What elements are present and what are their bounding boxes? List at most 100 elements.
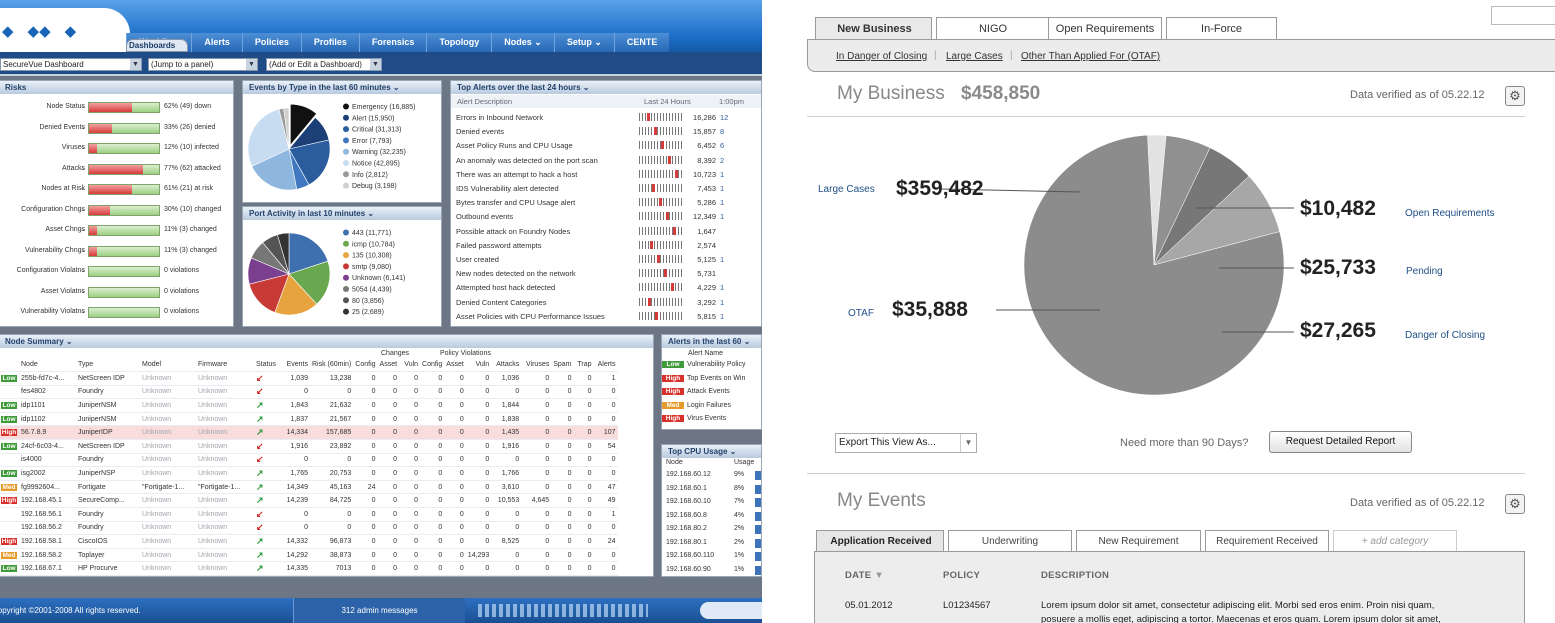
table-cell[interactable]: 192.168.67.1 — [19, 561, 76, 576]
column-header[interactable]: Trap — [573, 358, 594, 373]
table-row[interactable]: High 192.168.58.1 CiscoIOS Unknown Unknown ↗ 1… — [0, 534, 618, 549]
admin-messages-link[interactable]: 312 admin messages — [293, 598, 465, 623]
alert-row[interactable]: Failed password attempts 2,574 — [454, 238, 760, 252]
nav-tab-forensics[interactable]: Forensics — [358, 33, 427, 52]
table-row[interactable]: Low 192.168.67.1 HP Procurve Unknown Unknown… — [0, 561, 618, 576]
table-row[interactable]: Med fg9992604... Fortigate "Fortigate-1... "… — [0, 480, 618, 495]
tab-new-business[interactable]: New Business — [815, 17, 932, 41]
event-policy[interactable]: L01234567 — [943, 600, 991, 611]
risk-row[interactable]: Denied Events ⌄ 33% (26) denied — [0, 119, 233, 139]
column-header[interactable]: Node — [19, 358, 76, 373]
alert-row[interactable]: Denied Content Categories 3,292 1 — [454, 295, 760, 309]
tab-in-force[interactable]: In-Force — [1166, 17, 1277, 40]
search-input[interactable] — [1491, 6, 1555, 25]
nav-tab-nodes[interactable]: Nodes ⌄ — [491, 33, 554, 52]
cpu-row[interactable]: 192.168.80.2 2% — [662, 523, 761, 537]
table-cell[interactable]: 192.168.56.1 — [19, 507, 76, 522]
table-cell[interactable]: fes4802 — [19, 385, 76, 400]
column-header[interactable]: Spam — [551, 358, 574, 373]
table-row[interactable]: Low idp1101 JuniperNSM Unknown Unknown ↗ 1,843… — [0, 398, 618, 413]
tab-underwriting[interactable]: Underwriting — [948, 530, 1072, 552]
recent-alert-row[interactable]: High Attack Events — [662, 388, 761, 402]
cpu-row[interactable]: 192.168.60.110 1% — [662, 550, 761, 564]
column-header[interactable]: Alerts — [593, 358, 618, 373]
table-row[interactable]: is4000 Foundry Unknown Unknown ↙ 0 0 0 0 0 0 0 0 0 0 0 0… — [0, 453, 618, 468]
table-cell[interactable]: 192.168.58.1 — [19, 534, 76, 549]
node-summary-title[interactable]: Node Summary ⌄ — [0, 335, 653, 348]
recent-alert-row[interactable]: Med Login Failures — [662, 401, 761, 416]
risk-row[interactable]: Configuration Violatns ⌄ 0 violations — [0, 262, 233, 282]
alert-row[interactable]: Asset Policies with CPU Performance Issu… — [454, 309, 760, 323]
tab-open-requirements[interactable]: Open Requirements — [1048, 17, 1162, 40]
subnav-large-cases[interactable]: Large Cases — [946, 51, 1003, 62]
recent-alert-row[interactable]: High Top Events on Win — [662, 374, 761, 389]
cpu-row[interactable]: 192.168.60.90 1% — [662, 564, 761, 577]
table-row[interactable]: Med 192.168.58.2 Toplayer Unknown Unknown ↗ 14… — [0, 548, 618, 563]
chevron-down-icon[interactable]: ⌄ — [80, 184, 86, 192]
alert-row[interactable]: Denied events 15,857 8 — [454, 124, 760, 138]
risk-row[interactable]: Asset Chngs ⌄ 11% (3) changed — [0, 221, 233, 241]
chevron-down-icon[interactable]: ⌄ — [80, 287, 86, 295]
tab-new-requirement[interactable]: New Requirement — [1076, 530, 1201, 552]
gear-icon[interactable]: ⚙ — [1505, 494, 1525, 514]
table-cell[interactable]: 255b-fd7c-4... — [19, 371, 76, 386]
column-header[interactable]: Asset — [377, 358, 400, 373]
table-cell[interactable]: idp1102 — [19, 412, 76, 427]
column-header[interactable]: Type — [76, 358, 140, 373]
column-header[interactable]: Asset — [444, 358, 466, 373]
column-header[interactable]: Status — [254, 358, 280, 373]
chevron-down-icon[interactable]: ⌄ — [80, 123, 86, 131]
column-header[interactable]: Attacks — [491, 358, 522, 373]
table-row[interactable]: High 192.168.45.1 SecureComp... Unknown Unkn… — [0, 493, 618, 509]
table-cell[interactable]: 192.168.45.1 — [19, 493, 76, 509]
nav-tab-policies[interactable]: Policies — [241, 33, 301, 52]
gear-icon[interactable]: ⚙ — [1505, 86, 1525, 106]
table-cell[interactable]: is4000 — [19, 453, 76, 468]
table-cell[interactable]: 56.7.8.9 — [19, 425, 76, 441]
table-row[interactable]: Low isg2002 JuniperNSP Unknown Unknown ↗ 1,765… — [0, 466, 618, 481]
export-view-select[interactable]: Export This View As... ▼ — [835, 433, 977, 453]
cpu-row[interactable]: 192.168.60.12 9% — [662, 469, 761, 483]
alert-row[interactable]: User created 5,125 1 — [454, 252, 760, 266]
column-header[interactable] — [0, 358, 19, 373]
risk-row[interactable]: Attacks ⌄ 77% (62) attacked — [0, 160, 233, 180]
table-row[interactable]: High 56.7.8.9 JuniperIDP Unknown Unknown ↗ 14,… — [0, 425, 618, 441]
nav-tab-setup[interactable]: Setup ⌄ — [553, 33, 614, 52]
chevron-down-icon[interactable]: ⌄ — [80, 307, 86, 315]
cpu-row[interactable]: 192.168.80.1 2% — [662, 537, 761, 551]
tab-requirement-received[interactable]: Requirement Received — [1205, 530, 1329, 552]
alert-row[interactable]: IDS Vulnerability alert detected 7,453 1 — [454, 181, 760, 195]
risk-row[interactable]: Vulnerability Chngs ⌄ 11% (3) changed — [0, 242, 233, 262]
table-cell[interactable]: isg2002 — [19, 466, 76, 481]
alert-row[interactable]: Outbound events 12,349 1 — [454, 209, 760, 223]
nav-tab-topology[interactable]: Topology — [426, 33, 492, 52]
col-policy[interactable]: POLICY — [943, 570, 980, 581]
subnav-in-danger-of-closing[interactable]: In Danger of Closing — [836, 51, 927, 62]
risk-row[interactable]: Viruses ⌄ 12% (10) infected — [0, 139, 233, 159]
tab-nigo[interactable]: NIGO — [936, 17, 1050, 40]
column-header[interactable]: Model — [140, 358, 196, 373]
risk-row[interactable]: Node Status ⌄ 62% (49) down — [0, 98, 233, 118]
events-by-type-title[interactable]: Events by Type in the last 60 minutes ⌄ — [243, 81, 441, 94]
alert-row[interactable]: An anomaly was detected on the port scan… — [454, 153, 760, 167]
table-cell[interactable]: idp1101 — [19, 398, 76, 413]
column-header[interactable]: Risk (60min) — [310, 358, 354, 373]
cpu-row[interactable]: 192.168.60.8 4% — [662, 510, 761, 524]
chevron-down-icon[interactable]: ⌄ — [80, 102, 86, 110]
chevron-down-icon[interactable]: ⌄ — [80, 266, 86, 274]
recent-alert-row[interactable]: Low Vulnerability Policy — [662, 361, 761, 375]
risk-row[interactable]: Asset Violatns ⌄ 0 violations — [0, 283, 233, 303]
table-row[interactable]: fes4802 Foundry Unknown Unknown ↙ 0 0 0 0 0 0 0 0 0 0 0… — [0, 385, 618, 400]
table-cell[interactable]: 192.168.58.2 — [19, 548, 76, 563]
nav-tab-alerts[interactable]: Alerts — [191, 33, 242, 52]
column-header[interactable]: Viruses — [521, 358, 552, 373]
col-date[interactable]: DATE ▼ — [845, 570, 884, 581]
table-row[interactable]: Low 24cf-6c03-4... NetScreen IDP Unknown Unk… — [0, 439, 618, 454]
alert-row[interactable]: Attempted host hack detected 4,229 1 — [454, 280, 760, 294]
alert-row[interactable]: Asset Policy Runs and CPU Usage 6,452 6 — [454, 138, 760, 152]
chevron-down-icon[interactable]: ⌄ — [80, 225, 86, 233]
dashboard-select[interactable]: SecureVue Dashboard ▼ — [0, 58, 142, 71]
nav-tab-profiles[interactable]: Profiles — [300, 33, 359, 52]
chevron-down-icon[interactable]: ⌄ — [80, 246, 86, 254]
top-cpu-title[interactable]: Top CPU Usage ⌄ — [662, 445, 761, 458]
